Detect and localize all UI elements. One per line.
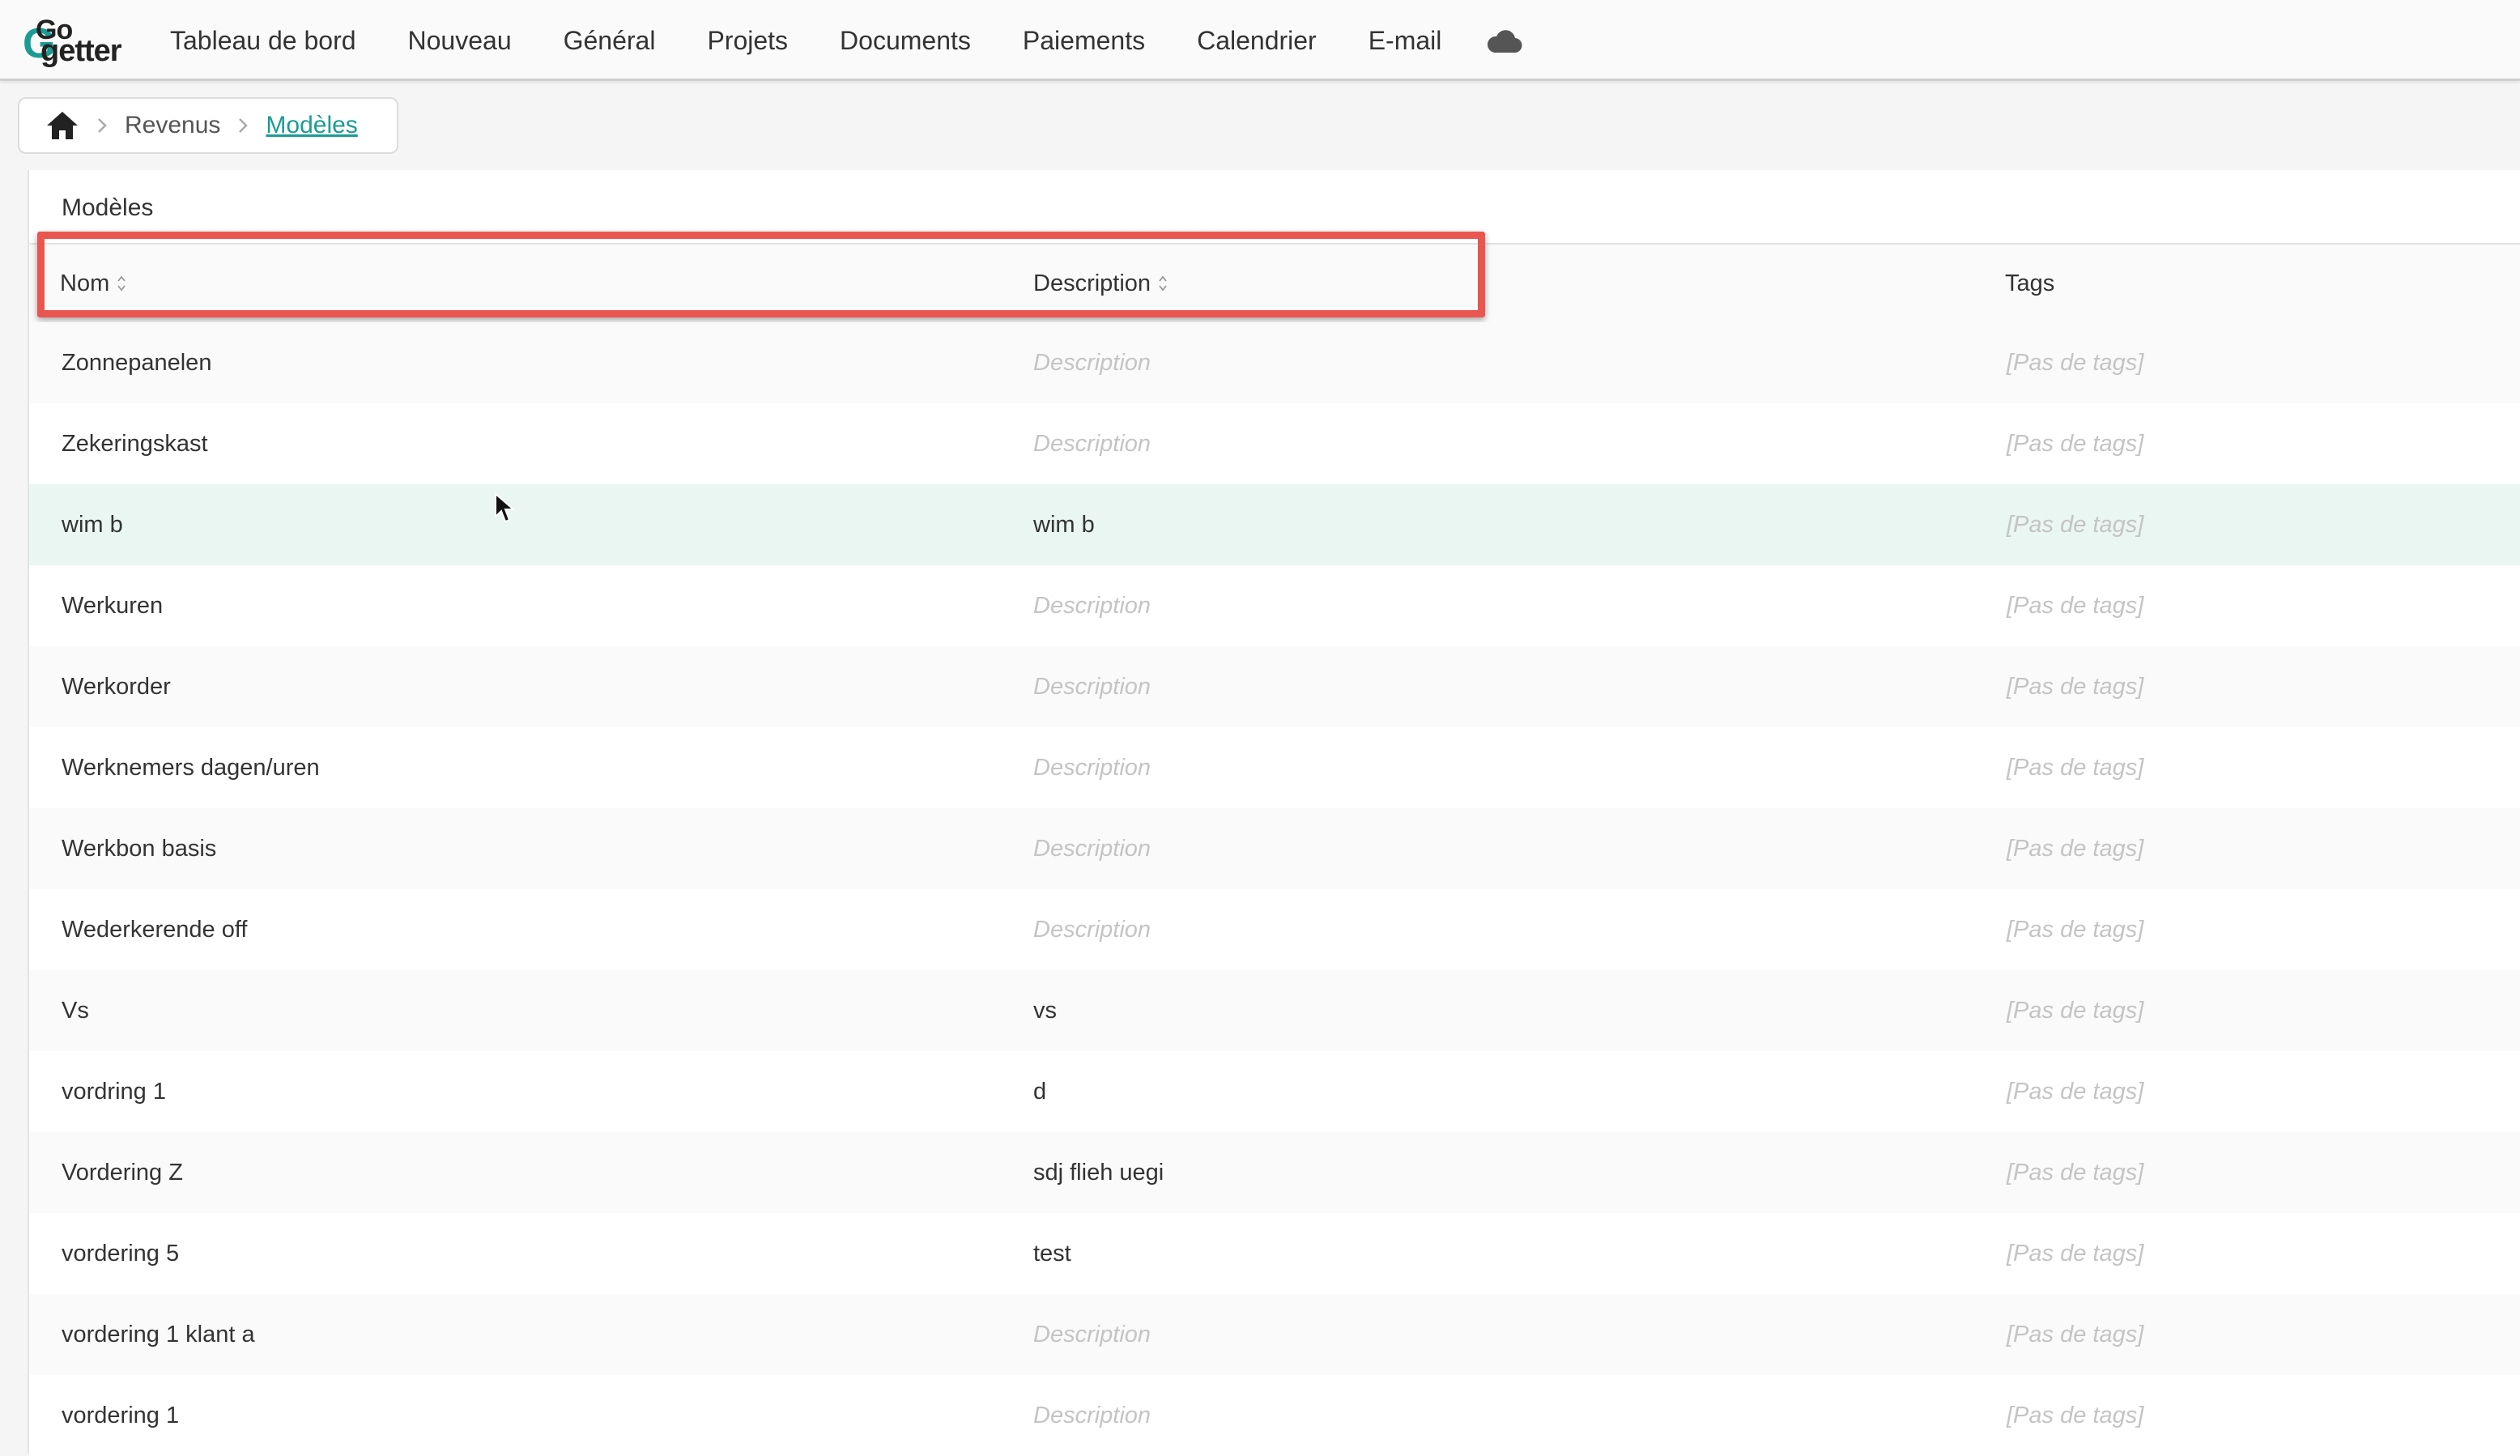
cell-tags: [Pas de tags]: [2007, 430, 2144, 457]
table-row[interactable]: Vordering Z sdj flieh uegi [Pas de tags]: [29, 1132, 2520, 1213]
nav-general[interactable]: Général: [564, 26, 656, 56]
cell-description: Description: [1033, 673, 1151, 700]
cell-description: Description: [1033, 1402, 1151, 1428]
cell-tags: [Pas de tags]: [2007, 673, 2144, 700]
table-row[interactable]: vordering 5 test [Pas de tags]: [29, 1213, 2520, 1294]
cell-name: Vs: [62, 997, 89, 1024]
table-row[interactable]: Werknemers dagen/uren Description [Pas de …: [29, 727, 2520, 808]
breadcrumb-revenus[interactable]: Revenus: [125, 112, 220, 139]
home-icon[interactable]: [45, 109, 79, 142]
cell-name: vordering 1 klant a: [62, 1321, 255, 1347]
nav-tableau-de-bord[interactable]: Tableau de bord: [170, 26, 356, 56]
cell-name: wim b: [62, 511, 123, 538]
sort-icon[interactable]: [1157, 273, 1168, 294]
nav-calendrier[interactable]: Calendrier: [1197, 26, 1317, 56]
cell-description: sdj flieh uegi: [1033, 1159, 1164, 1186]
table-body: Zonnepanelen Description [Pas de tags] Zeke…: [29, 322, 2520, 1456]
nav-nouveau[interactable]: Nouveau: [408, 26, 512, 56]
chevron-right-icon: [239, 118, 249, 133]
table-row[interactable]: vordring 1 d [Pas de tags]: [29, 1051, 2520, 1132]
cell-name: Werknemers dagen/uren: [62, 754, 320, 781]
cell-name: Zonnepanelen: [62, 349, 212, 376]
table-row[interactable]: wim b wim b [Pas de tags]: [29, 484, 2520, 565]
table-row[interactable]: Wederkerende off Description [Pas de tags]: [29, 889, 2520, 970]
cell-description: vs: [1033, 997, 1057, 1024]
table-row[interactable]: Vs vs [Pas de tags]: [29, 970, 2520, 1051]
cell-name: Werkorder: [62, 673, 171, 700]
table-row[interactable]: Zonnepanelen Description [Pas de tags]: [29, 322, 2520, 403]
cell-name: Vordering Z: [62, 1159, 183, 1186]
column-header-label: Nom: [60, 270, 110, 296]
table-header: Nom Description Tags: [29, 245, 2520, 322]
nav-documents[interactable]: Documents: [840, 26, 971, 56]
cell-tags: [Pas de tags]: [2007, 349, 2144, 376]
cell-tags: [Pas de tags]: [2007, 916, 2144, 943]
cell-description: Description: [1033, 835, 1151, 862]
cell-description: Description: [1033, 430, 1151, 457]
cell-name: vordering 1: [62, 1402, 180, 1428]
cell-description: d: [1033, 1078, 1047, 1105]
cell-description: wim b: [1033, 511, 1095, 538]
cell-tags: [Pas de tags]: [2007, 511, 2144, 538]
cell-description: test: [1033, 1240, 1071, 1267]
cell-tags: [Pas de tags]: [2007, 1240, 2144, 1267]
table-row[interactable]: Werkbon basis Description [Pas de tags]: [29, 808, 2520, 889]
table-row[interactable]: Zekeringskast Description [Pas de tags]: [29, 403, 2520, 484]
cell-tags: [Pas de tags]: [2007, 835, 2144, 862]
cell-name: Zekeringskast: [62, 430, 208, 457]
cloud-icon[interactable]: [1485, 27, 1522, 54]
cell-name: Werkbon basis: [62, 835, 217, 862]
column-header-label: Description: [1033, 270, 1151, 296]
panel-title: Modèles: [62, 194, 154, 221]
cell-tags: [Pas de tags]: [2007, 997, 2144, 1024]
column-header-tags: Tags: [2005, 245, 2054, 322]
cell-tags: [Pas de tags]: [2007, 592, 2144, 619]
column-header-nom[interactable]: Nom: [60, 245, 127, 322]
cell-tags: [Pas de tags]: [2007, 1078, 2144, 1105]
nav-email[interactable]: E-mail: [1369, 26, 1442, 56]
models-panel: Modèles Nom Description Tags Zonnepanele…: [28, 170, 2520, 1456]
table-row[interactable]: Werkuren Description [Pas de tags]: [29, 565, 2520, 646]
table-row[interactable]: Werkorder Description [Pas de tags]: [29, 646, 2520, 727]
cell-description: Description: [1033, 349, 1151, 376]
nav-paiements[interactable]: Paiements: [1023, 26, 1145, 56]
cell-description: Description: [1033, 592, 1151, 619]
breadcrumb-modeles[interactable]: Modèles: [266, 112, 357, 139]
cell-tags: [Pas de tags]: [2007, 754, 2144, 781]
cell-description: Description: [1033, 754, 1151, 781]
cell-name: Wederkerende off: [62, 916, 248, 943]
main-nav: Tableau de bord Nouveau Général Projets …: [170, 0, 1522, 81]
cell-description: Description: [1033, 1321, 1151, 1347]
cell-description: Description: [1033, 916, 1151, 943]
table-row[interactable]: vordering 1 klant a Description [Pas de ta…: [29, 1294, 2520, 1375]
nav-projets[interactable]: Projets: [707, 26, 788, 56]
column-header-description[interactable]: Description: [1033, 245, 1168, 322]
cell-name: vordring 1: [62, 1078, 166, 1105]
logo-getter-text: getter: [40, 34, 122, 68]
breadcrumb: Revenus Modèles: [18, 97, 398, 154]
cell-name: Werkuren: [62, 592, 164, 619]
column-header-label: Tags: [2005, 270, 2055, 296]
gogetter-logo[interactable]: G Go getter: [23, 15, 146, 68]
cell-tags: [Pas de tags]: [2007, 1159, 2144, 1186]
cell-tags: [Pas de tags]: [2007, 1321, 2144, 1347]
sort-icon[interactable]: [116, 273, 127, 294]
table-row[interactable]: vordering 1 Description [Pas de tags]: [29, 1375, 2520, 1456]
top-navbar: G Go getter Tableau de bord Nouveau Géné…: [0, 0, 2520, 81]
cell-tags: [Pas de tags]: [2007, 1402, 2144, 1428]
chevron-right-icon: [98, 118, 107, 133]
cell-name: vordering 5: [62, 1240, 180, 1267]
